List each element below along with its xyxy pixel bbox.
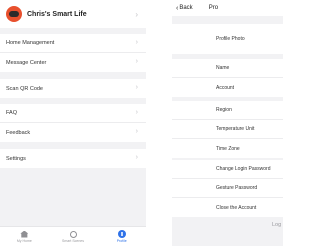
menu-item-label: FAQ bbox=[6, 110, 18, 116]
menu-item-scan-qr-code[interactable]: Scan QR Code › bbox=[0, 79, 146, 98]
row-label: Name bbox=[216, 65, 230, 71]
menu-item-label: Home Management bbox=[6, 40, 55, 46]
chevron-right-icon: › bbox=[135, 84, 138, 91]
gesture-password-row[interactable]: Gesture Password bbox=[172, 179, 283, 198]
menu-item-label: Message Center bbox=[6, 59, 47, 66]
menu-item-faq[interactable]: FAQ › bbox=[0, 104, 146, 123]
avatar bbox=[6, 6, 22, 22]
menu-item-message-center[interactable]: Message Center › bbox=[0, 53, 146, 72]
page-title: Pro bbox=[208, 5, 219, 11]
screen-divider bbox=[146, 0, 172, 246]
row-label: Account bbox=[216, 84, 235, 91]
chevron-right-icon: › bbox=[135, 128, 138, 135]
profile-icon bbox=[117, 230, 126, 238]
logout-button[interactable]: Log bbox=[172, 218, 283, 232]
chevron-right-icon: › bbox=[135, 154, 138, 161]
back-button[interactable]: ‹ Back bbox=[176, 5, 193, 12]
chevron-right-icon: › bbox=[135, 58, 138, 65]
change-login-password-row[interactable]: Change Login Password bbox=[172, 160, 283, 179]
back-label: Back bbox=[179, 5, 193, 11]
personal-info-screen: ‹ Back Pro Profile Photo Name Account Re… bbox=[172, 0, 283, 246]
preferences-group: Region Temperature Unit Time Zone bbox=[172, 101, 283, 158]
menu-group-home: Home Management › Message Center › bbox=[0, 34, 146, 72]
profile-screen: Chris's Smart Life › Home Management › M… bbox=[0, 0, 146, 246]
chevron-left-icon: ‹ bbox=[176, 4, 179, 12]
region-row[interactable]: Region bbox=[172, 101, 283, 120]
profile-card[interactable]: Chris's Smart Life › bbox=[0, 0, 146, 28]
menu-item-label: Settings bbox=[6, 155, 26, 162]
account-row[interactable]: Account bbox=[172, 78, 283, 97]
menu-item-home-management[interactable]: Home Management › bbox=[0, 34, 146, 53]
row-label: Close the Account bbox=[216, 204, 257, 211]
tab-my-home[interactable]: My Home bbox=[0, 227, 49, 246]
close-account-row[interactable]: Close the Account bbox=[172, 198, 283, 217]
tab-smart-scenes[interactable]: Smart Scenes bbox=[49, 227, 98, 246]
nav-bar: ‹ Back Pro bbox=[172, 0, 283, 16]
menu-item-label: Scan QR Code bbox=[6, 85, 43, 92]
temperature-unit-row[interactable]: Temperature Unit bbox=[172, 120, 283, 139]
menu-group-help: FAQ › Feedback › bbox=[0, 104, 146, 142]
row-label: Change Login Password bbox=[216, 166, 271, 172]
menu-item-settings[interactable]: Settings › bbox=[0, 149, 146, 168]
profile-name: Chris's Smart Life bbox=[27, 10, 87, 18]
scenes-icon bbox=[69, 230, 77, 238]
time-zone-row[interactable]: Time Zone bbox=[172, 139, 283, 158]
tab-label: My Home bbox=[16, 238, 32, 243]
tab-profile[interactable]: Profile bbox=[97, 227, 146, 246]
home-icon bbox=[20, 230, 29, 238]
logout-label: Log bbox=[272, 222, 282, 228]
row-label: Profile Photo bbox=[216, 36, 245, 42]
security-group: Change Login Password Gesture Password C… bbox=[172, 160, 283, 217]
tab-label: Smart Scenes bbox=[62, 238, 84, 243]
menu-group-scan: Scan QR Code › bbox=[0, 79, 146, 98]
row-label: Region bbox=[216, 107, 232, 113]
chevron-right-icon: › bbox=[135, 9, 138, 19]
menu-item-label: Feedback bbox=[6, 129, 31, 136]
menu-group-settings: Settings › bbox=[0, 149, 146, 168]
profile-photo-group: Profile Photo bbox=[172, 24, 283, 54]
chevron-right-icon: › bbox=[135, 39, 138, 46]
row-label: Time Zone bbox=[216, 145, 240, 152]
row-label: Gesture Password bbox=[216, 185, 258, 191]
profile-photo-row[interactable]: Profile Photo bbox=[172, 24, 283, 54]
menu-item-feedback[interactable]: Feedback › bbox=[0, 123, 146, 142]
account-group: Name Account bbox=[172, 59, 283, 97]
chevron-right-icon: › bbox=[135, 109, 138, 116]
bottom-tab-bar: My Home Smart Scenes Profile bbox=[0, 226, 146, 246]
tab-label: Profile bbox=[116, 239, 127, 243]
row-label: Temperature Unit bbox=[216, 126, 255, 132]
name-row[interactable]: Name bbox=[172, 59, 283, 78]
